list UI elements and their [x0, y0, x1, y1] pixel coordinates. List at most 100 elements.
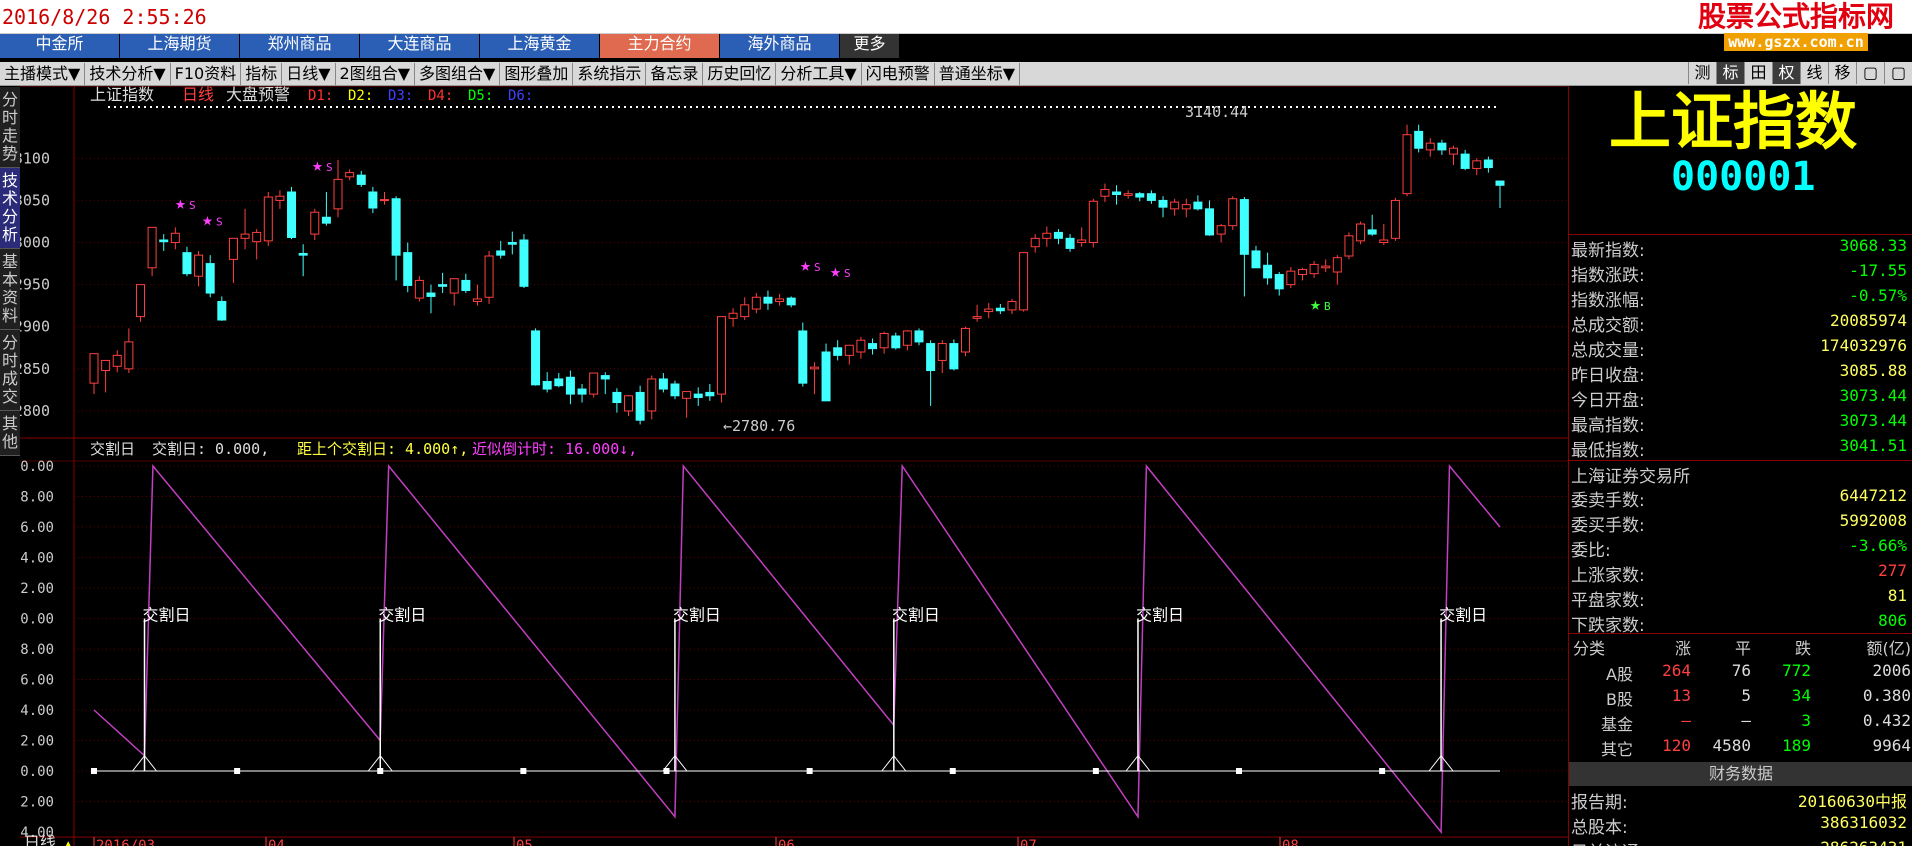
- side-tabs: 分时走势 技术分析 基本资料 分时成交 其他: [0, 87, 20, 456]
- legend-value: 交割日: 0.000,: [152, 440, 269, 458]
- finance-label: 报告期:: [1571, 793, 1628, 813]
- candle-body: [972, 316, 982, 319]
- candle-body: [984, 308, 994, 313]
- x-tick-label: 2016/03: [96, 838, 155, 846]
- candle-body: [1158, 199, 1168, 208]
- candle-body: [1437, 142, 1447, 151]
- dot-marker: [1056, 106, 1058, 108]
- dot-marker: [1434, 106, 1436, 108]
- candle-body: [1146, 193, 1156, 201]
- toolbar-item[interactable]: 日线▼: [282, 62, 336, 85]
- candle-body: [135, 284, 145, 318]
- dot-marker: [1386, 106, 1388, 108]
- market-tab[interactable]: 上海黄金: [480, 34, 600, 58]
- side-tab[interactable]: 基本资料: [0, 249, 20, 330]
- toolbar-item[interactable]: 历史回忆: [703, 62, 777, 85]
- toolbar-item[interactable]: 多图组合▼: [415, 62, 501, 85]
- candle-body: [426, 292, 436, 297]
- chart-area[interactable]: 3100305030002950290028502800上证指数日线大盘预警D1…: [20, 86, 1568, 846]
- stat-value: 806: [1878, 611, 1907, 630]
- toolbar-item[interactable]: 2图组合▼: [336, 62, 416, 85]
- y-tick-label: 8.00: [20, 642, 54, 658]
- dot-marker: [582, 106, 584, 108]
- dot-marker: [618, 106, 620, 108]
- toolbar-item[interactable]: 指标: [241, 62, 283, 85]
- toolbar-right-button[interactable]: 标: [1716, 62, 1744, 84]
- toolbar-item[interactable]: F10资料: [171, 62, 242, 85]
- toolbar-right-button[interactable]: 田: [1744, 62, 1772, 84]
- market-tab[interactable]: 海外商品: [720, 34, 840, 58]
- toolbar-item[interactable]: 备忘录: [646, 62, 704, 85]
- table-cell-flat: 5: [1741, 686, 1751, 705]
- toolbar-item[interactable]: 系统指示: [573, 62, 647, 85]
- candle-body: [345, 172, 355, 178]
- dot-marker: [504, 106, 506, 108]
- dot-marker: [636, 106, 638, 108]
- candle-body: [414, 279, 424, 299]
- dot-marker: [930, 106, 932, 108]
- toolbar-item[interactable]: 闪电预警: [862, 62, 935, 85]
- dot-marker: [432, 106, 434, 108]
- dot-marker: [732, 106, 734, 108]
- side-tab[interactable]: 分时成交: [0, 330, 20, 411]
- toolbar-right-button[interactable]: 测: [1688, 62, 1716, 84]
- candle-body: [891, 335, 901, 349]
- dot-marker: [684, 106, 686, 108]
- side-tab[interactable]: 技术分析: [0, 168, 20, 249]
- table-cell-down: 3: [1801, 711, 1811, 730]
- market-tab[interactable]: 中金所: [0, 34, 120, 58]
- candle-body: [844, 344, 854, 356]
- toolbar-right-button[interactable]: ▢: [1856, 62, 1884, 84]
- dot-marker: [312, 106, 314, 108]
- toolbar-right-button[interactable]: ▢: [1884, 62, 1912, 84]
- dot-marker: [1416, 106, 1418, 108]
- side-tab[interactable]: 分时走势: [0, 87, 20, 168]
- toolbar-item[interactable]: 普通坐标▼: [935, 62, 1021, 85]
- candle-body: [112, 354, 122, 367]
- toolbar-item[interactable]: 图形叠加: [500, 62, 574, 85]
- finance-label: 总股本:: [1571, 818, 1628, 838]
- chart-title: 上证指数: [90, 86, 154, 104]
- toolbar-right-button[interactable]: 权: [1772, 62, 1800, 84]
- s-signal-label: S: [326, 161, 333, 174]
- candle-body: [821, 351, 831, 402]
- dot-marker: [924, 106, 926, 108]
- market-tab[interactable]: 郑州商品: [240, 34, 360, 58]
- market-tab[interactable]: 更多: [840, 34, 900, 58]
- table-cell-name: 基金: [1600, 715, 1633, 734]
- dot-marker: [342, 106, 344, 108]
- finance-value: 386316032: [1820, 813, 1907, 832]
- candle-body: [194, 254, 204, 277]
- side-tab[interactable]: 其他: [0, 411, 20, 456]
- low-label: ←2780.76: [723, 417, 795, 435]
- candle-body: [1472, 160, 1482, 169]
- toolbar-right-button[interactable]: 线: [1800, 62, 1828, 84]
- table-row: B股 13 5 34 0.380: [1569, 686, 1912, 711]
- candle-body: [356, 174, 366, 185]
- market-tab[interactable]: 上海期货: [120, 34, 240, 58]
- dot-marker: [696, 106, 698, 108]
- finance-header[interactable]: 财务数据: [1569, 762, 1912, 786]
- dot-marker: [378, 106, 380, 108]
- market-tab[interactable]: 主力合约: [600, 34, 720, 58]
- dot-marker: [1404, 106, 1406, 108]
- dot-marker: [168, 106, 170, 108]
- dot-marker: [1044, 106, 1046, 108]
- candle-body: [101, 359, 111, 372]
- dot-marker: [570, 106, 572, 108]
- toolbar-item[interactable]: 技术分析▼: [85, 62, 171, 85]
- toolbar-item[interactable]: 分析工具▼: [776, 62, 862, 85]
- table-row: 基金 – – 3 0.432: [1569, 711, 1912, 736]
- dot-marker: [738, 106, 740, 108]
- dot-marker: [396, 106, 398, 108]
- toolbar-right-button[interactable]: 移: [1828, 62, 1856, 84]
- table-cell-amt: 0.432: [1862, 711, 1911, 730]
- star-icon: ★: [830, 261, 841, 282]
- candle-body: [531, 330, 541, 386]
- candle-body: [763, 296, 773, 304]
- market-tab[interactable]: 大连商品: [360, 34, 480, 58]
- stat-label: 今日开盘:: [1571, 391, 1645, 411]
- d-label: D3:: [388, 88, 413, 104]
- finance-label: 目前流通:: [1571, 838, 1645, 846]
- toolbar-item[interactable]: 主播模式▼: [0, 62, 86, 85]
